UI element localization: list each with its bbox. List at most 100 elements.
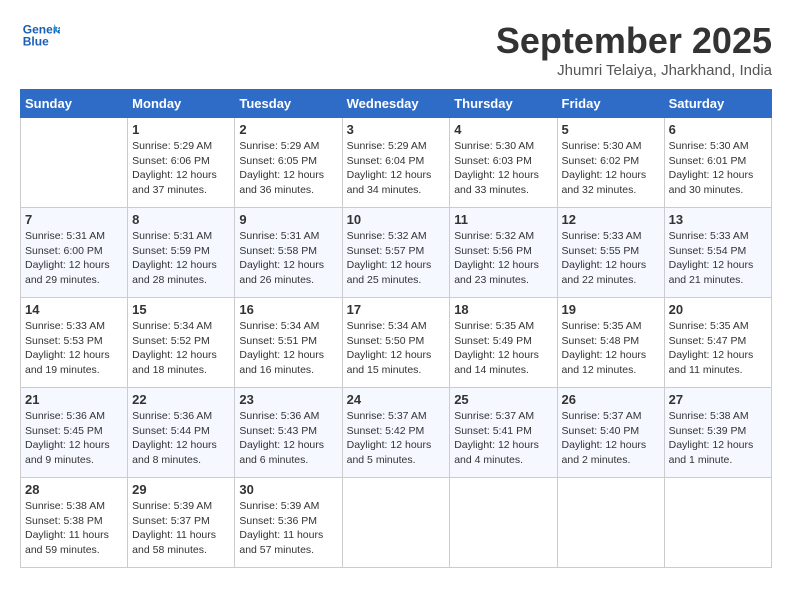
- day-number: 21: [25, 392, 123, 407]
- day-number: 4: [454, 122, 552, 137]
- calendar-cell: 5 Sunrise: 5:30 AMSunset: 6:02 PMDaylight…: [557, 118, 664, 208]
- calendar-table: SundayMondayTuesdayWednesdayThursdayFrid…: [20, 89, 772, 568]
- calendar-cell: 16Sunrise: 5:34 AMSunset: 5:51 PMDayligh…: [235, 298, 342, 388]
- week-row-5: 28 Sunrise: 5:38 AMSunset: 5:38 PMDayligh…: [21, 478, 772, 568]
- day-info: Sunrise: 5:39 AMSunset: 5:36 PMDaylight:…: [239, 499, 337, 558]
- day-number: 24: [347, 392, 446, 407]
- day-number: 16: [239, 302, 337, 317]
- day-number: 30: [239, 482, 337, 497]
- day-number: 12: [562, 212, 660, 227]
- day-info: Sunrise: 5:37 AMSunset: 5:42 PMDaylight:…: [347, 409, 446, 468]
- title-block: September 2025 Jhumri Telaiya, Jharkhand…: [496, 20, 772, 79]
- calendar-cell: 21 Sunrise: 5:36 AMSunset: 5:45 PMDayligh…: [21, 388, 128, 478]
- calendar-cell: 8 Sunrise: 5:31 AMSunset: 5:59 PMDaylight…: [128, 208, 235, 298]
- calendar-cell: 25 Sunrise: 5:37 AMSunset: 5:41 PMDayligh…: [450, 388, 557, 478]
- calendar-cell: 22 Sunrise: 5:36 AMSunset: 5:44 PMDayligh…: [128, 388, 235, 478]
- day-info: Sunrise: 5:36 AMSunset: 5:44 PMDaylight:…: [132, 409, 230, 468]
- day-number: 2: [239, 122, 337, 137]
- calendar-cell: 2 Sunrise: 5:29 AMSunset: 6:05 PMDaylight…: [235, 118, 342, 208]
- day-info: Sunrise: 5:32 AMSunset: 5:56 PMDaylight:…: [454, 229, 552, 288]
- calendar-cell: [21, 118, 128, 208]
- day-info: Sunrise: 5:34 AMSunset: 5:50 PMDaylight:…: [347, 319, 446, 378]
- calendar-cell: 9Sunrise: 5:31 AMSunset: 5:58 PMDaylight…: [235, 208, 342, 298]
- day-number: 13: [669, 212, 767, 227]
- column-header-friday: Friday: [557, 90, 664, 118]
- day-info: Sunrise: 5:30 AMSunset: 6:02 PMDaylight:…: [562, 139, 660, 198]
- day-info: Sunrise: 5:30 AMSunset: 6:01 PMDaylight:…: [669, 139, 767, 198]
- calendar-header-row: SundayMondayTuesdayWednesdayThursdayFrid…: [21, 90, 772, 118]
- day-number: 5: [562, 122, 660, 137]
- week-row-3: 14 Sunrise: 5:33 AMSunset: 5:53 PMDayligh…: [21, 298, 772, 388]
- calendar-cell: 19Sunrise: 5:35 AMSunset: 5:48 PMDayligh…: [557, 298, 664, 388]
- day-info: Sunrise: 5:36 AMSunset: 5:43 PMDaylight:…: [239, 409, 337, 468]
- day-info: Sunrise: 5:31 AMSunset: 5:58 PMDaylight:…: [239, 229, 337, 288]
- day-info: Sunrise: 5:39 AMSunset: 5:37 PMDaylight:…: [132, 499, 230, 558]
- day-info: Sunrise: 5:35 AMSunset: 5:47 PMDaylight:…: [669, 319, 767, 378]
- logo: General Blue: [20, 20, 62, 50]
- calendar-cell: 4 Sunrise: 5:30 AMSunset: 6:03 PMDaylight…: [450, 118, 557, 208]
- day-number: 22: [132, 392, 230, 407]
- day-number: 27: [669, 392, 767, 407]
- calendar-cell: [664, 478, 771, 568]
- column-header-saturday: Saturday: [664, 90, 771, 118]
- calendar-cell: 20Sunrise: 5:35 AMSunset: 5:47 PMDayligh…: [664, 298, 771, 388]
- column-header-monday: Monday: [128, 90, 235, 118]
- day-number: 29: [132, 482, 230, 497]
- calendar-cell: 24 Sunrise: 5:37 AMSunset: 5:42 PMDayligh…: [342, 388, 450, 478]
- calendar-cell: 3 Sunrise: 5:29 AMSunset: 6:04 PMDaylight…: [342, 118, 450, 208]
- calendar-cell: 26 Sunrise: 5:37 AMSunset: 5:40 PMDayligh…: [557, 388, 664, 478]
- column-header-sunday: Sunday: [21, 90, 128, 118]
- day-info: Sunrise: 5:31 AMSunset: 6:00 PMDaylight:…: [25, 229, 123, 288]
- calendar-cell: 1Sunrise: 5:29 AMSunset: 6:06 PMDaylight…: [128, 118, 235, 208]
- day-number: 19: [562, 302, 660, 317]
- day-number: 23: [239, 392, 337, 407]
- day-info: Sunrise: 5:30 AMSunset: 6:03 PMDaylight:…: [454, 139, 552, 198]
- calendar-cell: [342, 478, 450, 568]
- day-number: 10: [347, 212, 446, 227]
- calendar-cell: [557, 478, 664, 568]
- calendar-cell: 29 Sunrise: 5:39 AMSunset: 5:37 PMDayligh…: [128, 478, 235, 568]
- day-number: 15: [132, 302, 230, 317]
- day-info: Sunrise: 5:38 AMSunset: 5:38 PMDaylight:…: [25, 499, 123, 558]
- calendar-cell: 6Sunrise: 5:30 AMSunset: 6:01 PMDaylight…: [664, 118, 771, 208]
- day-info: Sunrise: 5:29 AMSunset: 6:05 PMDaylight:…: [239, 139, 337, 198]
- calendar-cell: 13 Sunrise: 5:33 AMSunset: 5:54 PMDayligh…: [664, 208, 771, 298]
- day-info: Sunrise: 5:34 AMSunset: 5:52 PMDaylight:…: [132, 319, 230, 378]
- column-header-tuesday: Tuesday: [235, 90, 342, 118]
- day-number: 14: [25, 302, 123, 317]
- day-number: 7: [25, 212, 123, 227]
- day-info: Sunrise: 5:36 AMSunset: 5:45 PMDaylight:…: [25, 409, 123, 468]
- day-info: Sunrise: 5:32 AMSunset: 5:57 PMDaylight:…: [347, 229, 446, 288]
- calendar-cell: 7 Sunrise: 5:31 AMSunset: 6:00 PMDaylight…: [21, 208, 128, 298]
- calendar-cell: [450, 478, 557, 568]
- day-info: Sunrise: 5:37 AMSunset: 5:40 PMDaylight:…: [562, 409, 660, 468]
- day-info: Sunrise: 5:31 AMSunset: 5:59 PMDaylight:…: [132, 229, 230, 288]
- day-info: Sunrise: 5:37 AMSunset: 5:41 PMDaylight:…: [454, 409, 552, 468]
- calendar-cell: 27 Sunrise: 5:38 AMSunset: 5:39 PMDayligh…: [664, 388, 771, 478]
- calendar-cell: 23 Sunrise: 5:36 AMSunset: 5:43 PMDayligh…: [235, 388, 342, 478]
- day-number: 18: [454, 302, 552, 317]
- calendar-cell: 28 Sunrise: 5:38 AMSunset: 5:38 PMDayligh…: [21, 478, 128, 568]
- day-info: Sunrise: 5:33 AMSunset: 5:53 PMDaylight:…: [25, 319, 123, 378]
- page-header: General Blue September 2025 Jhumri Telai…: [20, 20, 772, 79]
- calendar-cell: 11 Sunrise: 5:32 AMSunset: 5:56 PMDayligh…: [450, 208, 557, 298]
- column-header-wednesday: Wednesday: [342, 90, 450, 118]
- day-info: Sunrise: 5:38 AMSunset: 5:39 PMDaylight:…: [669, 409, 767, 468]
- day-number: 1: [132, 122, 230, 137]
- day-number: 11: [454, 212, 552, 227]
- svg-text:Blue: Blue: [23, 35, 49, 49]
- day-number: 3: [347, 122, 446, 137]
- day-number: 8: [132, 212, 230, 227]
- day-number: 28: [25, 482, 123, 497]
- calendar-cell: 15 Sunrise: 5:34 AMSunset: 5:52 PMDayligh…: [128, 298, 235, 388]
- day-number: 25: [454, 392, 552, 407]
- calendar-cell: 14 Sunrise: 5:33 AMSunset: 5:53 PMDayligh…: [21, 298, 128, 388]
- day-info: Sunrise: 5:29 AMSunset: 6:04 PMDaylight:…: [347, 139, 446, 198]
- calendar-cell: 12Sunrise: 5:33 AMSunset: 5:55 PMDayligh…: [557, 208, 664, 298]
- day-info: Sunrise: 5:33 AMSunset: 5:54 PMDaylight:…: [669, 229, 767, 288]
- week-row-1: 1Sunrise: 5:29 AMSunset: 6:06 PMDaylight…: [21, 118, 772, 208]
- day-number: 26: [562, 392, 660, 407]
- calendar-cell: 18Sunrise: 5:35 AMSunset: 5:49 PMDayligh…: [450, 298, 557, 388]
- week-row-4: 21 Sunrise: 5:36 AMSunset: 5:45 PMDayligh…: [21, 388, 772, 478]
- calendar-cell: 10 Sunrise: 5:32 AMSunset: 5:57 PMDayligh…: [342, 208, 450, 298]
